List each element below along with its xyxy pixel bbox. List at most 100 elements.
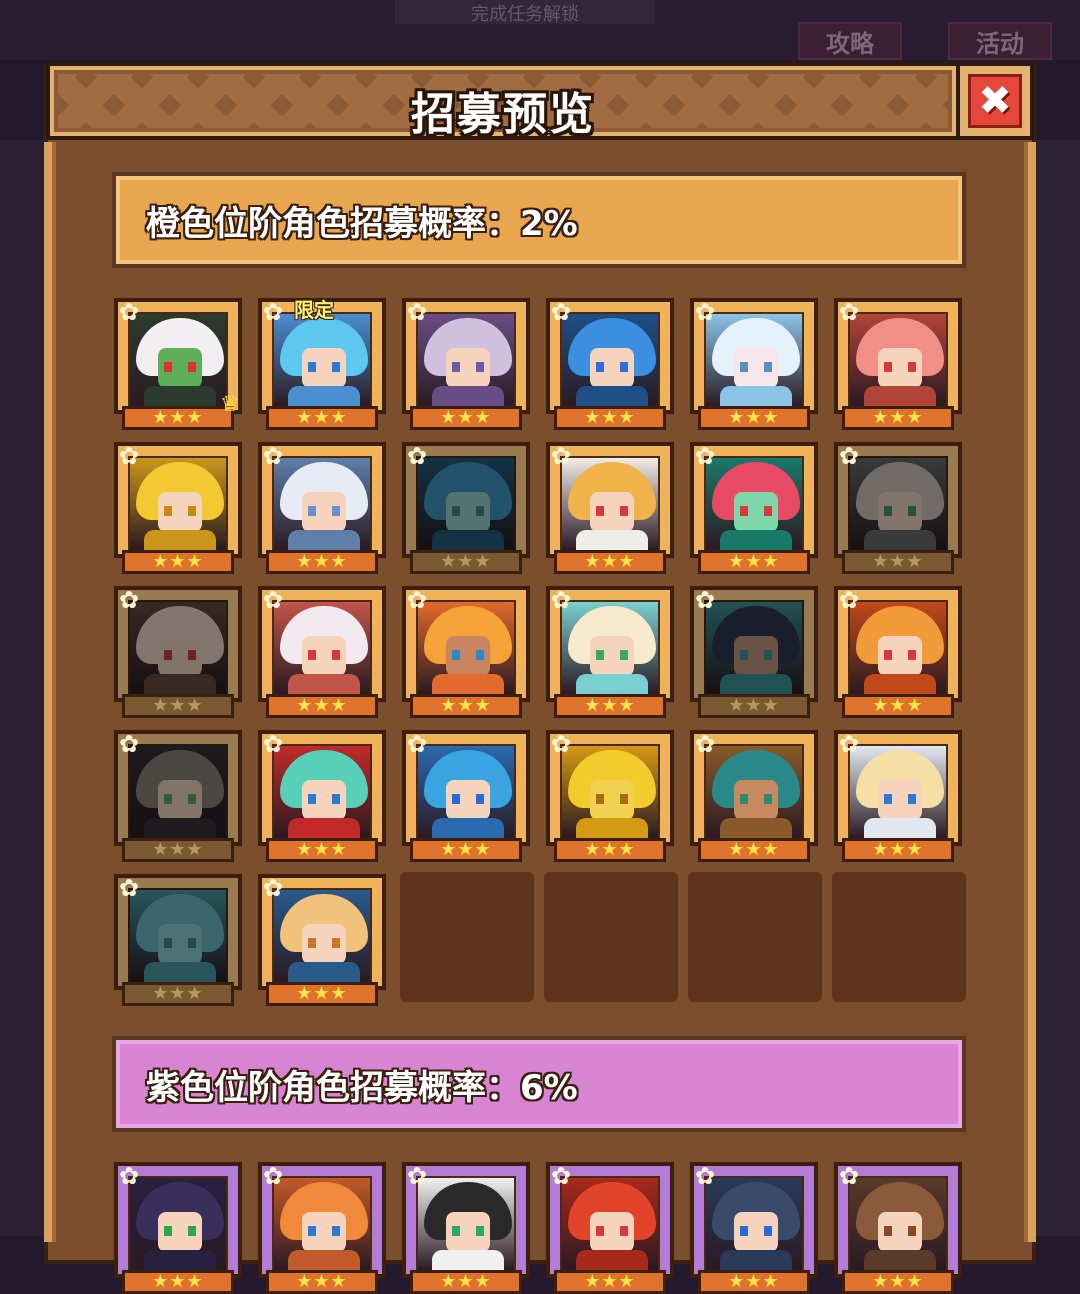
character-card[interactable]: ✿ ★★★ xyxy=(258,874,386,1006)
character-card[interactable]: ✿ ★★★ xyxy=(402,442,530,574)
card-frame: ✿ xyxy=(546,586,674,702)
card-frame: ✿ xyxy=(546,298,674,414)
close-button[interactable]: ✖ xyxy=(956,62,1034,140)
portrait-clothing xyxy=(864,818,936,838)
close-icon[interactable]: ✖ xyxy=(968,74,1022,128)
portrait-eye xyxy=(452,650,460,660)
portrait-eye xyxy=(596,362,604,372)
character-card[interactable]: ✿ ★★★ xyxy=(258,442,386,574)
character-portrait xyxy=(416,456,516,552)
character-card[interactable]: ✿ ★★★ xyxy=(546,1162,674,1294)
strategy-button[interactable]: 攻略 xyxy=(798,22,902,60)
limited-badge: 限定 xyxy=(294,298,334,322)
character-card[interactable]: ✿ ★★★ xyxy=(690,298,818,430)
card-frame: ✿ xyxy=(834,1162,962,1278)
flower-icon: ✿ xyxy=(550,1162,572,1190)
character-card[interactable]: ✿ ★★★ 限定 xyxy=(258,298,386,430)
character-portrait xyxy=(128,1176,228,1272)
character-card[interactable]: ✿ ★★★ xyxy=(834,442,962,574)
star-rating: ★★★ xyxy=(410,550,522,574)
portrait-eye xyxy=(164,938,172,948)
portrait-clothing xyxy=(144,1250,216,1270)
character-card[interactable]: ✿ ★★★ xyxy=(834,1162,962,1294)
character-card[interactable]: ✿ ★★★ xyxy=(114,730,242,862)
portrait-eye xyxy=(476,506,484,516)
character-card[interactable]: ✿ ★★★ xyxy=(690,1162,818,1294)
events-button[interactable]: 活动 xyxy=(948,22,1052,60)
character-card[interactable]: ✿ ★★★ xyxy=(690,586,818,718)
character-card[interactable]: ✿ ★★★ xyxy=(546,586,674,718)
portrait-eye xyxy=(188,506,196,516)
character-card[interactable]: ✿ ★★★ xyxy=(114,874,242,1006)
character-portrait xyxy=(848,456,948,552)
portrait-eye xyxy=(308,1226,316,1236)
portrait-clothing xyxy=(720,674,792,694)
character-card[interactable]: ✿ ★★★ xyxy=(834,730,962,862)
character-card[interactable]: ✿ ★★★ xyxy=(546,730,674,862)
flower-icon: ✿ xyxy=(694,730,716,758)
star-rating: ★★★ xyxy=(842,838,954,862)
empty-slot xyxy=(688,872,822,1002)
portrait-eye xyxy=(884,362,892,372)
card-frame: ✿ xyxy=(690,298,818,414)
character-card[interactable]: ✿ ★★★ xyxy=(402,730,530,862)
character-portrait xyxy=(128,600,228,696)
character-card[interactable]: ✿ ★★★ xyxy=(402,298,530,430)
portrait-eye xyxy=(740,506,748,516)
portrait-eye xyxy=(188,1226,196,1236)
star-rating: ★★★ xyxy=(266,550,378,574)
flower-icon: ✿ xyxy=(406,730,428,758)
card-frame: ✿ xyxy=(258,874,386,990)
star-rating: ★★★ xyxy=(122,1270,234,1294)
character-card[interactable]: ✿ ★★★ xyxy=(402,1162,530,1294)
portrait-eye xyxy=(164,1226,172,1236)
page-title: 招募预览 xyxy=(411,89,595,140)
character-portrait xyxy=(704,600,804,696)
flower-icon: ✿ xyxy=(118,442,140,470)
star-rating: ★★★ xyxy=(554,694,666,718)
character-card[interactable]: ✿ ★★★ xyxy=(402,586,530,718)
character-card[interactable]: ✿ ★★★ xyxy=(834,298,962,430)
portrait-eye xyxy=(164,794,172,804)
card-frame: ✿ xyxy=(114,730,242,846)
portrait-clothing xyxy=(864,530,936,550)
character-card[interactable]: ✿ ★★★ xyxy=(690,730,818,862)
character-portrait xyxy=(560,600,660,696)
portrait-clothing xyxy=(432,674,504,694)
character-card[interactable]: ✿ ★★★ xyxy=(258,730,386,862)
flower-icon: ✿ xyxy=(838,442,860,470)
character-card[interactable]: ✿ ★★★ xyxy=(114,586,242,718)
portrait-eye xyxy=(596,506,604,516)
portrait-eye xyxy=(620,650,628,660)
portrait-eye xyxy=(596,650,604,660)
portrait-clothing xyxy=(144,818,216,838)
character-card[interactable]: ✿ ★★★ xyxy=(114,1162,242,1294)
portrait-clothing xyxy=(288,674,360,694)
character-card[interactable]: ✿ ★★★ xyxy=(258,586,386,718)
card-frame: ✿ xyxy=(834,298,962,414)
portrait-clothing xyxy=(432,818,504,838)
star-rating: ★★★ xyxy=(698,550,810,574)
card-frame: ✿ xyxy=(402,298,530,414)
portrait-eye xyxy=(620,362,628,372)
character-portrait xyxy=(272,744,372,840)
empty-slot xyxy=(544,872,678,1002)
flower-icon: ✿ xyxy=(262,730,284,758)
portrait-clothing xyxy=(864,386,936,406)
card-frame: ✿ xyxy=(114,442,242,558)
portrait-eye xyxy=(596,794,604,804)
card-frame: ✿ xyxy=(834,586,962,702)
portrait-eye xyxy=(164,506,172,516)
character-card[interactable]: ✿ ★★★ xyxy=(546,298,674,430)
character-card[interactable]: ✿ ★★★ xyxy=(834,586,962,718)
star-rating: ★★★ xyxy=(554,550,666,574)
character-card[interactable]: ✿ ★★★ xyxy=(258,1162,386,1294)
flower-icon: ✿ xyxy=(550,730,572,758)
flower-icon: ✿ xyxy=(406,442,428,470)
character-portrait xyxy=(560,1176,660,1272)
character-card[interactable]: ✿ ★★★ xyxy=(546,442,674,574)
character-card[interactable]: ✿ ★★★ xyxy=(690,442,818,574)
character-card[interactable]: ✿ ★★★ xyxy=(114,442,242,574)
character-card[interactable]: ✿ ★★★ ♛ xyxy=(114,298,242,430)
flower-icon: ✿ xyxy=(550,442,572,470)
